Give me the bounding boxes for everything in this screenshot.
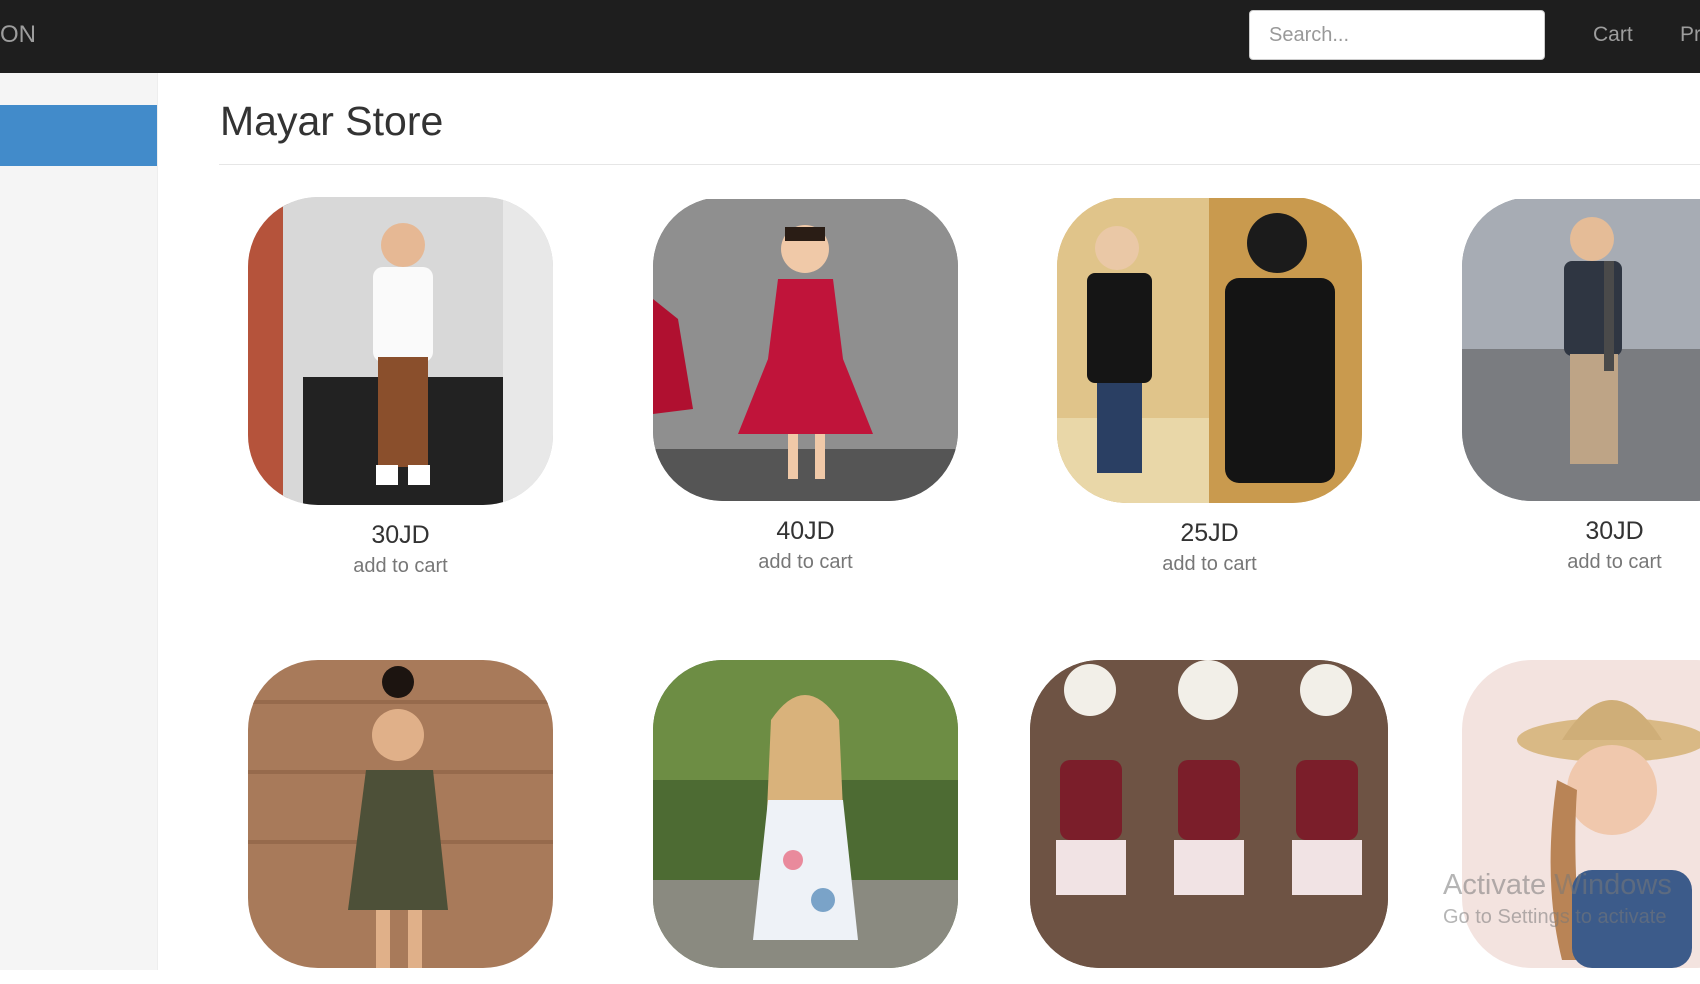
boy-scarf-photo [1462, 199, 1700, 501]
brand-logo[interactable]: ON [0, 0, 36, 73]
product-card[interactable]: 40JD add to cart [653, 197, 958, 574]
product-price: 25JD [1180, 519, 1239, 547]
girl-olive-dress-photo [248, 660, 553, 968]
product-image[interactable] [248, 660, 553, 968]
add-to-cart-link[interactable]: add to cart [1462, 550, 1700, 574]
sidebar-item-active[interactable] [0, 105, 157, 166]
girls-white-hats-photo [1030, 660, 1388, 968]
product-image[interactable] [1462, 197, 1700, 501]
kids-black-coats-photo [1057, 198, 1362, 503]
product-image[interactable] [1030, 660, 1388, 968]
product-price: 30JD [1585, 517, 1644, 545]
product-card[interactable]: 25JD add to cart [1057, 197, 1362, 576]
product-card[interactable] [653, 660, 958, 984]
boy-sunglasses-photo [248, 197, 553, 505]
nav-link-cart[interactable]: Cart [1593, 0, 1633, 73]
search-input[interactable] [1249, 10, 1545, 60]
product-card[interactable] [1462, 660, 1700, 984]
girl-red-dress-photo [653, 199, 958, 501]
windows-activation-watermark: Activate Windows Go to Settings to activ… [1443, 868, 1672, 932]
product-price: 40JD [776, 517, 835, 545]
product-card[interactable]: 30JD add to cart [248, 197, 553, 578]
title-divider [219, 164, 1700, 165]
product-card[interactable] [248, 660, 553, 984]
watermark-title: Activate Windows [1443, 869, 1672, 901]
product-image[interactable] [248, 197, 553, 505]
top-navbar: ON Cart Pr [0, 0, 1700, 73]
add-to-cart-link[interactable]: add to cart [248, 554, 553, 578]
sidebar [0, 73, 158, 970]
product-image[interactable] [653, 197, 958, 501]
product-image[interactable] [653, 660, 958, 968]
product-card[interactable]: 30JD add to cart [1462, 197, 1700, 574]
nav-link-profile[interactable]: Pr [1680, 0, 1700, 73]
add-to-cart-link[interactable]: add to cart [1057, 552, 1362, 576]
product-image[interactable] [1057, 197, 1362, 503]
girl-floral-romper-photo [653, 660, 958, 968]
add-to-cart-link[interactable]: add to cart [653, 550, 958, 574]
product-card[interactable] [1030, 660, 1388, 984]
page-title: Mayar Store [220, 98, 444, 144]
product-price: 30JD [371, 521, 430, 549]
watermark-subtitle: Go to Settings to activate [1443, 906, 1667, 928]
